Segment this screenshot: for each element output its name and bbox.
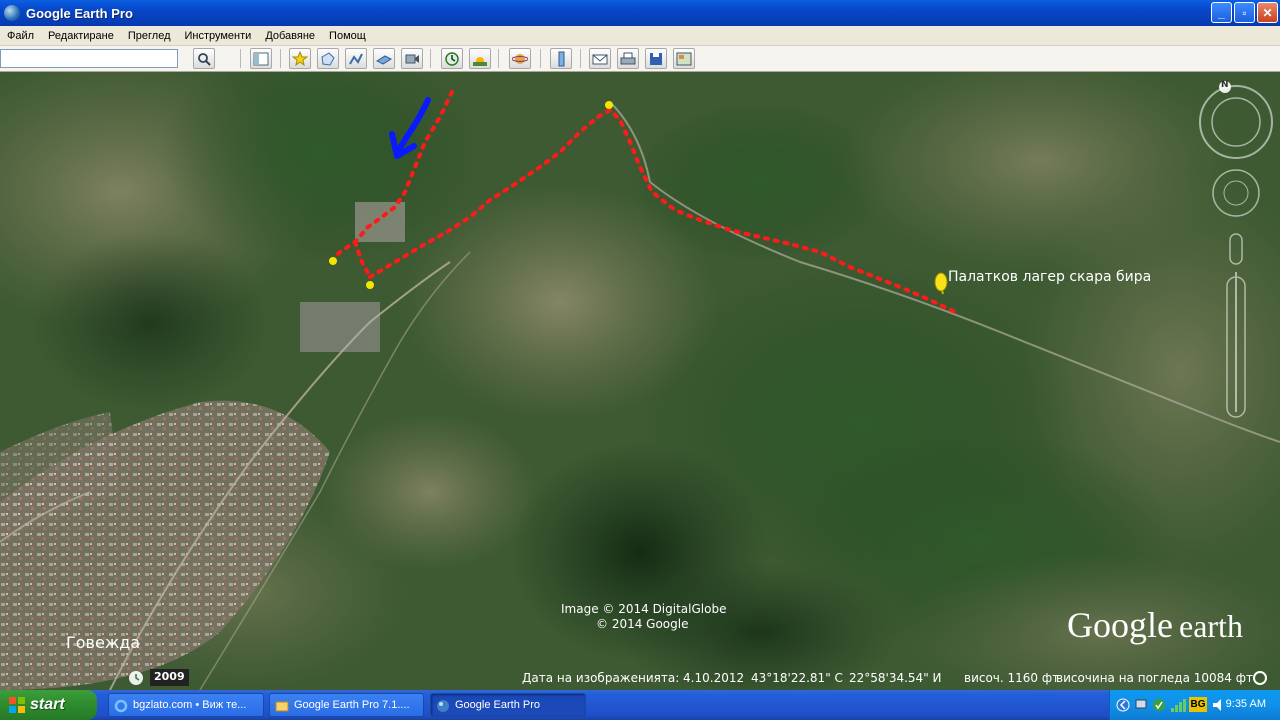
ruler-icon	[558, 51, 565, 66]
minimize-button[interactable]: _	[1211, 2, 1232, 23]
imagery-date: Дата на изображенията: 4.10.2012	[522, 671, 745, 685]
menu-edit[interactable]: Редактиране	[41, 30, 121, 42]
add-overlay-button[interactable]	[373, 48, 395, 69]
sidebar-toggle-button[interactable]	[250, 48, 272, 69]
menu-bar: Файл Редактиране Преглед Инструменти Доб…	[0, 26, 1280, 46]
imagery-credit-line2: © 2014 Google	[596, 617, 689, 631]
compass-n-label: N	[1221, 80, 1229, 90]
email-icon	[592, 54, 608, 64]
print-button[interactable]	[617, 48, 639, 69]
volume-icon[interactable]	[1211, 697, 1227, 713]
clock[interactable]: 9:35 AM	[1226, 698, 1266, 710]
placemark-icon	[292, 50, 308, 66]
polygon-icon	[321, 51, 335, 66]
print-icon	[620, 52, 636, 64]
folder-icon	[275, 701, 289, 712]
latitude: 43°18'22.81" С	[751, 671, 843, 685]
menu-add[interactable]: Добавяне	[258, 30, 322, 42]
signal-bars-icon[interactable]	[1170, 697, 1186, 713]
longitude: 22°58'34.54" И	[849, 671, 942, 685]
windows-taskbar: start bgzlato.com • Виж те... Google Ear…	[0, 690, 1280, 720]
system-tray: BG 9:35 AM	[1109, 690, 1280, 720]
tray-expand-icon[interactable]	[1116, 697, 1130, 713]
search-button[interactable]	[193, 48, 215, 69]
history-clock-icon[interactable]	[129, 671, 143, 685]
menu-file[interactable]: Файл	[0, 30, 41, 42]
search-icon	[198, 52, 211, 66]
maximize-button[interactable]: ▫	[1234, 2, 1255, 23]
windows-logo-icon	[9, 697, 25, 713]
google-earth-icon	[4, 5, 20, 21]
overlay-icon	[376, 54, 392, 65]
elevation: височ. 1160 фт	[964, 671, 1060, 685]
tour-icon	[405, 54, 419, 63]
add-placemark-button[interactable]	[289, 48, 311, 69]
eye-altitude: височина на погледа 10084 фт	[1056, 671, 1253, 685]
ruler-button[interactable]	[550, 48, 572, 69]
google-earth-logo: Google earth	[1067, 605, 1243, 645]
view-in-maps-button[interactable]	[673, 48, 695, 69]
menu-tools[interactable]: Инструменти	[177, 30, 258, 42]
map-view[interactable]: N Палатков лагер скара бира Говежда Imag…	[0, 72, 1280, 690]
town-label: Говежда	[66, 633, 141, 652]
search-input[interactable]	[0, 49, 178, 68]
add-path-button[interactable]	[345, 48, 367, 69]
placemark-label[interactable]: Палатков лагер скара бира	[948, 269, 1151, 285]
ie-icon	[114, 699, 128, 713]
sidebar-toggle-icon	[253, 52, 269, 65]
record-tour-button[interactable]	[401, 48, 423, 69]
planets-icon	[512, 53, 528, 64]
history-icon	[445, 51, 459, 66]
google-earth-icon	[437, 700, 449, 712]
add-polygon-button[interactable]	[317, 48, 339, 69]
historical-imagery-button[interactable]	[441, 48, 463, 69]
start-button[interactable]: start	[0, 690, 97, 720]
email-button[interactable]	[589, 48, 611, 69]
sunlight-icon	[473, 56, 487, 66]
save-image-button[interactable]	[645, 48, 667, 69]
menu-help[interactable]: Помощ	[322, 30, 373, 42]
network-icon[interactable]	[1134, 697, 1148, 713]
language-badge[interactable]: BG	[1189, 697, 1207, 712]
safety-check-icon[interactable]	[1152, 697, 1166, 713]
start-label: start	[30, 696, 65, 713]
sunlight-button[interactable]	[469, 48, 491, 69]
streaming-indicator-icon	[1253, 671, 1267, 685]
menu-view[interactable]: Преглед	[121, 30, 178, 42]
path-icon	[349, 53, 363, 64]
close-button[interactable]: ✕	[1257, 2, 1278, 23]
satellite-imagery[interactable]	[0, 72, 1280, 690]
taskbar-item-browser[interactable]: bgzlato.com • Виж те...	[108, 693, 264, 717]
google-earth-window: Google Earth Pro _ ▫ ✕ Файл Редактиране …	[0, 0, 1280, 720]
taskbar-item-google-earth[interactable]: Google Earth Pro	[430, 693, 586, 717]
planets-button[interactable]	[509, 48, 531, 69]
status-bar: Дата на изображенията: 4.10.2012 43°18'2…	[510, 670, 1280, 688]
view-in-maps-icon	[676, 52, 692, 65]
title-bar: Google Earth Pro _ ▫ ✕	[0, 0, 1280, 26]
taskbar-item-folder[interactable]: Google Earth Pro 7.1....	[269, 693, 424, 717]
save-image-icon	[650, 52, 662, 65]
toolbar	[0, 46, 1280, 72]
window-title: Google Earth Pro	[26, 5, 133, 21]
historical-year-badge[interactable]: 2009	[150, 669, 189, 686]
imagery-credit-line1: Image © 2014 DigitalGlobe	[561, 602, 727, 616]
